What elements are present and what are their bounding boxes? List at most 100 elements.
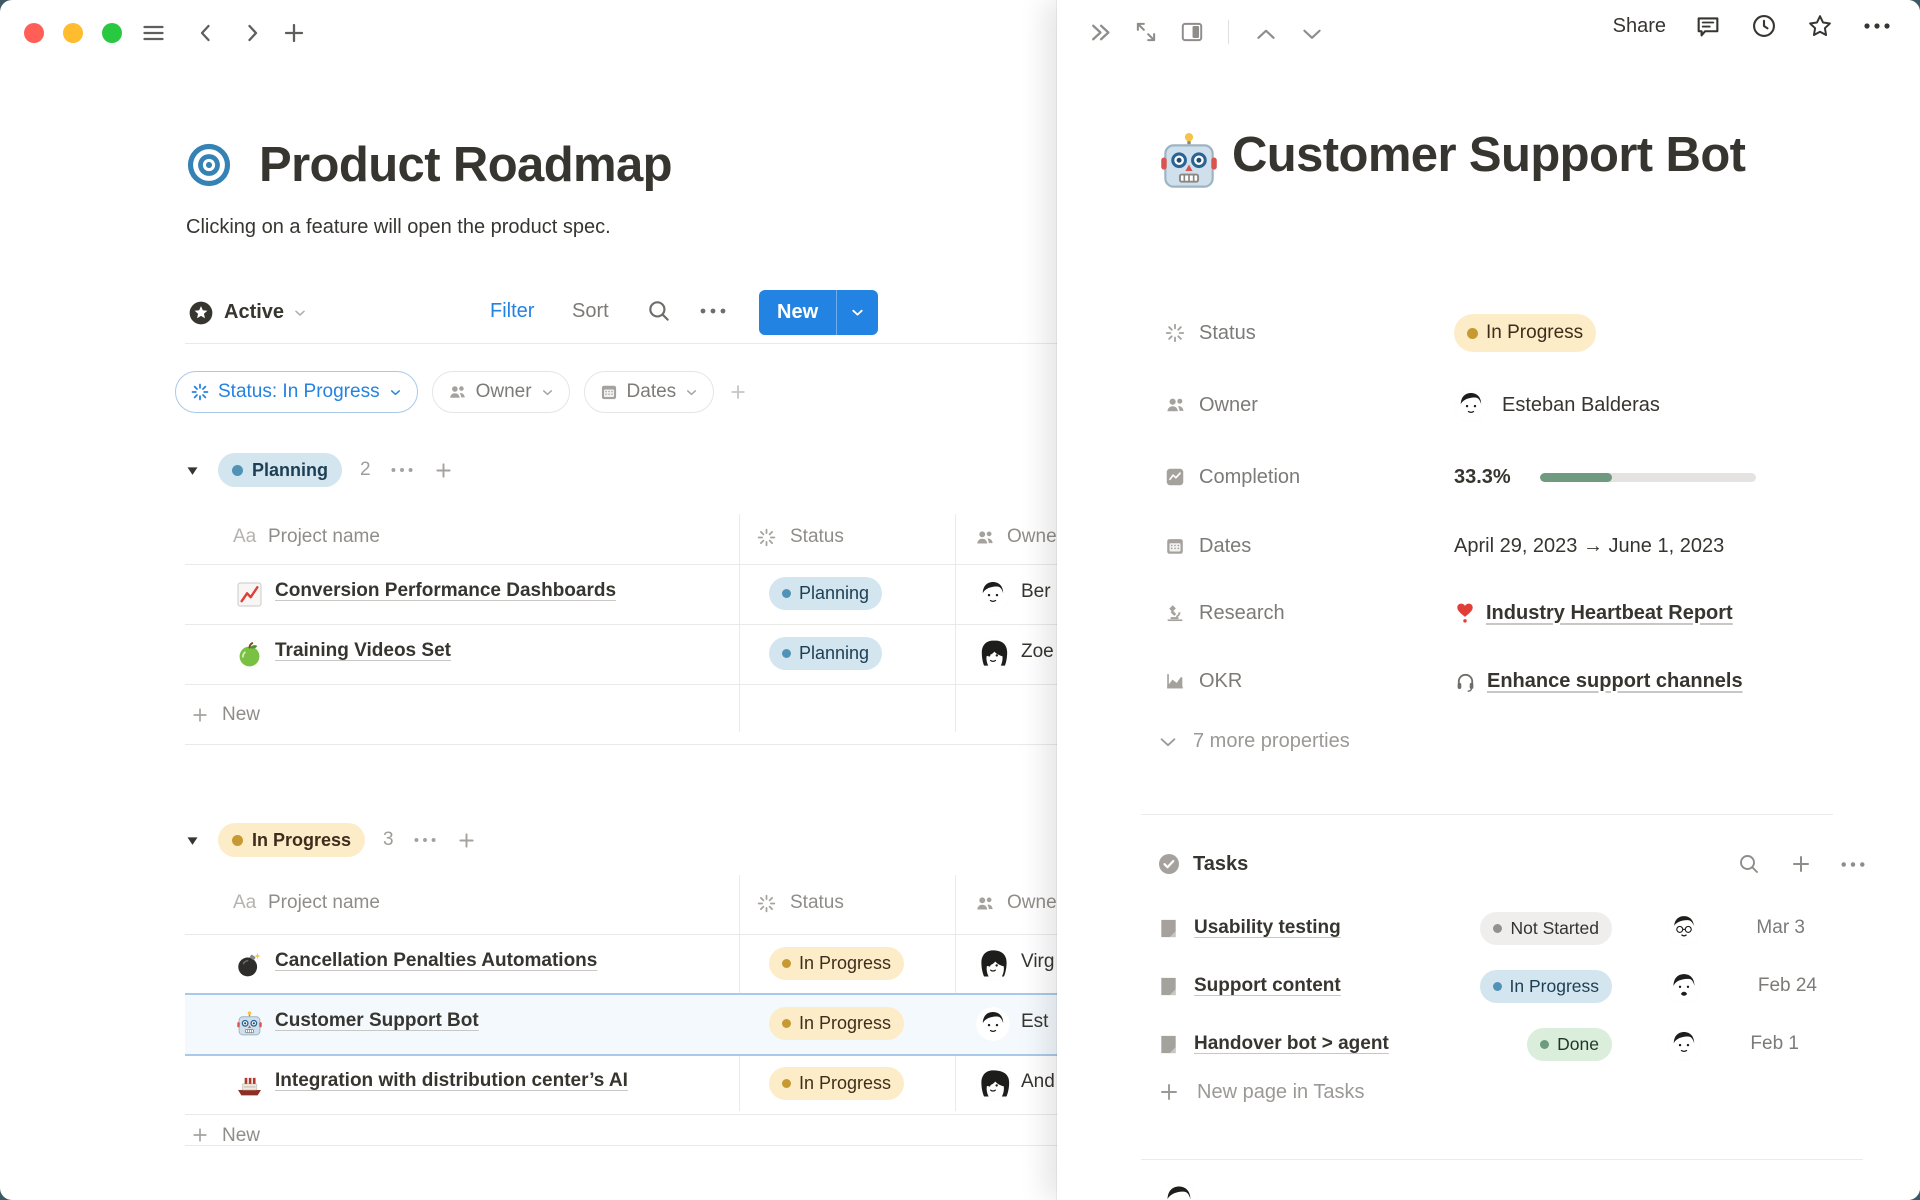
group-pill-in-progress[interactable]: In Progress — [218, 823, 365, 857]
previous-page-icon[interactable] — [1253, 21, 1279, 47]
more-properties-label: 7 more properties — [1193, 730, 1350, 753]
close-window-button[interactable] — [24, 23, 44, 43]
completion-percent[interactable]: 33.3% — [1454, 466, 1540, 489]
expand-page-icon[interactable] — [1133, 19, 1159, 45]
property-label[interactable]: Owner — [1199, 394, 1454, 417]
research-page-link[interactable]: Industry Heartbeat Report — [1486, 602, 1733, 625]
group-more-icon[interactable] — [389, 464, 415, 476]
table-header-row: Aa Project name Status Owner — [185, 875, 1090, 935]
back-icon[interactable] — [194, 21, 218, 45]
add-row-button[interactable]: New — [185, 1115, 1090, 1146]
column-header-status[interactable]: Status — [790, 892, 844, 914]
table-row-selected[interactable]: Customer Support Bot In Progress Est — [185, 995, 1090, 1055]
table-row[interactable]: Integration with distribution center’s A… — [185, 1055, 1090, 1115]
filter-button[interactable]: Filter — [490, 300, 534, 323]
more-properties-button[interactable]: 7 more properties — [1157, 730, 1350, 753]
view-chevron-down-icon — [292, 305, 308, 321]
column-header-project-name[interactable]: Project name — [268, 526, 380, 548]
task-name-link[interactable]: Handover bot > agent — [1194, 1033, 1389, 1055]
owner-value[interactable]: Esteban Balderas — [1502, 394, 1660, 417]
page-icon-target[interactable] — [186, 142, 232, 188]
property-label[interactable]: Dates — [1199, 535, 1454, 558]
search-icon[interactable] — [646, 298, 672, 324]
tasks-more-icon[interactable] — [1839, 858, 1867, 871]
close-peek-icon[interactable] — [1087, 19, 1114, 46]
property-label[interactable]: Research — [1199, 602, 1454, 625]
group-add-icon[interactable] — [456, 830, 477, 851]
chart-increasing-icon — [235, 580, 264, 609]
filter-chip-status[interactable]: Status: In Progress — [175, 371, 418, 413]
avatar — [976, 1007, 1010, 1041]
status-pill[interactable]: Planning — [769, 577, 882, 610]
tasks-section-header: Tasks — [1157, 846, 1867, 882]
task-status-pill[interactable]: In Progress — [1480, 970, 1612, 1003]
task-status-pill[interactable]: Done — [1527, 1028, 1612, 1061]
view-tab-active[interactable]: Active — [188, 290, 308, 335]
column-header-status[interactable]: Status — [790, 526, 844, 548]
task-name-link[interactable]: Usability testing — [1194, 917, 1341, 939]
property-label[interactable]: Status — [1199, 322, 1454, 345]
status-pill[interactable]: In Progress — [769, 1067, 904, 1100]
project-name-link[interactable]: Training Videos Set — [275, 640, 451, 662]
new-tab-icon[interactable] — [282, 21, 306, 45]
project-name-link[interactable]: Conversion Performance Dashboards — [275, 580, 616, 602]
history-clock-icon[interactable] — [1750, 12, 1778, 40]
zoom-window-button[interactable] — [102, 23, 122, 43]
dates-value[interactable]: April 29, 2023 → June 1, 2023 — [1454, 535, 1724, 558]
robot-page-icon[interactable] — [1156, 130, 1222, 196]
sidebar-menu-icon[interactable] — [140, 21, 167, 45]
okr-page-link[interactable]: Enhance support channels — [1487, 670, 1743, 693]
status-pill[interactable]: In Progress — [769, 947, 904, 980]
avatar — [976, 1067, 1010, 1101]
column-header-owner[interactable]: Owner — [1007, 892, 1063, 914]
tasks-add-icon[interactable] — [1789, 852, 1813, 876]
side-peek-panel: Share Customer Support Bot Status — [1057, 0, 1920, 1200]
group-add-icon[interactable] — [433, 460, 454, 481]
task-row[interactable]: Handover bot > agent Done Feb 1 — [1157, 1016, 1867, 1072]
next-page-icon[interactable] — [1299, 21, 1325, 47]
side-peek-mode-icon[interactable] — [1179, 19, 1205, 45]
status-value-pill[interactable]: In Progress — [1454, 314, 1596, 352]
new-button-label: New — [759, 301, 836, 324]
filter-chip-owner-label: Owner — [476, 381, 532, 403]
tasks-section-title[interactable]: Tasks — [1193, 853, 1248, 876]
view-more-icon[interactable] — [698, 304, 728, 318]
headphones-icon — [1454, 670, 1477, 693]
task-name-link[interactable]: Support content — [1194, 975, 1341, 997]
project-name-link[interactable]: Integration with distribution center’s A… — [275, 1070, 628, 1092]
project-name-link[interactable]: Cancellation Penalties Automations — [275, 950, 597, 972]
new-button-chevron-icon[interactable] — [837, 304, 878, 321]
group-more-icon[interactable] — [412, 834, 438, 846]
column-header-project-name[interactable]: Project name — [268, 892, 380, 914]
property-label[interactable]: OKR — [1199, 670, 1454, 693]
status-pill[interactable]: In Progress — [769, 1007, 904, 1040]
table-row[interactable]: Conversion Performance Dashboards Planni… — [185, 565, 1090, 625]
task-row[interactable]: Usability testing Not Started Mar 3 — [1157, 900, 1867, 956]
share-button[interactable]: Share — [1613, 15, 1666, 38]
filter-chip-dates[interactable]: Dates — [584, 371, 715, 413]
minimize-window-button[interactable] — [63, 23, 83, 43]
filter-chip-owner[interactable]: Owner — [432, 371, 570, 413]
table-row[interactable]: Cancellation Penalties Automations In Pr… — [185, 935, 1090, 995]
tasks-search-icon[interactable] — [1737, 852, 1761, 876]
status-pill[interactable]: Planning — [769, 637, 882, 670]
sort-button[interactable]: Sort — [572, 300, 609, 323]
table-row[interactable]: Training Videos Set Planning Zoe — [185, 625, 1090, 685]
property-row-status: Status In Progress — [1163, 312, 1863, 354]
new-button[interactable]: New — [759, 290, 878, 335]
task-status-label: Not Started — [1510, 918, 1599, 939]
task-row[interactable]: Support content In Progress Feb 24 — [1157, 958, 1867, 1014]
project-name-link[interactable]: Customer Support Bot — [275, 1010, 479, 1032]
favorite-star-icon[interactable] — [1806, 12, 1834, 40]
new-task-button[interactable]: New page in Tasks — [1157, 1080, 1365, 1104]
group-toggle-icon[interactable] — [185, 833, 200, 848]
property-label[interactable]: Completion — [1199, 466, 1454, 489]
column-header-owner[interactable]: Owner — [1007, 526, 1063, 548]
group-toggle-icon[interactable] — [185, 463, 200, 478]
page-more-icon[interactable] — [1862, 19, 1892, 33]
forward-icon[interactable] — [240, 21, 264, 45]
comments-icon[interactable] — [1694, 12, 1722, 40]
group-pill-planning[interactable]: Planning — [218, 453, 342, 487]
task-status-pill[interactable]: Not Started — [1480, 912, 1612, 945]
add-filter-icon[interactable] — [728, 382, 748, 402]
